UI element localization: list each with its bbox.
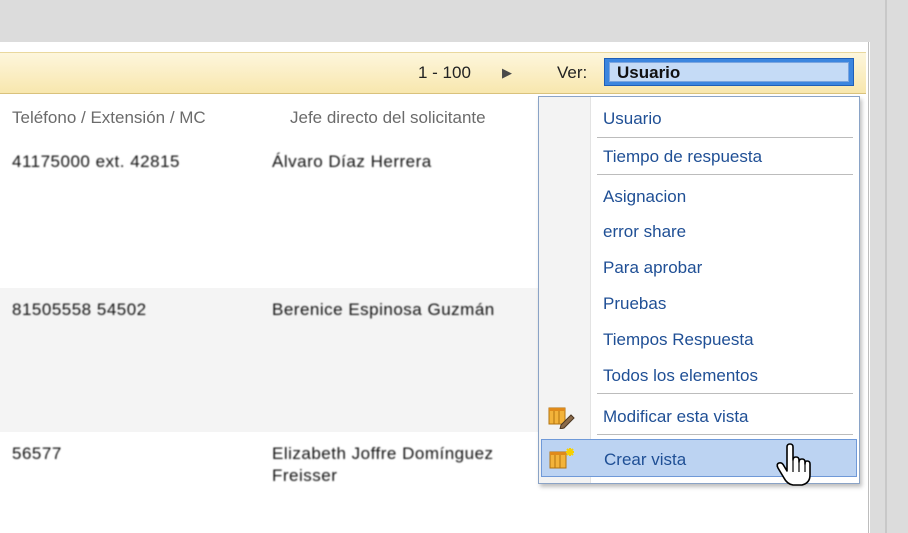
menu-item-label: Tiempos Respuesta [603, 330, 754, 349]
window-divider [885, 0, 887, 533]
create-view-icon [548, 447, 576, 471]
window-top-area [0, 0, 908, 42]
menu-item-label: Modificar esta vista [603, 407, 749, 426]
menu-item-pruebas[interactable]: Pruebas [539, 286, 859, 320]
phone-cell: 41175000 ext. 42815 [12, 152, 180, 171]
menu-item-label: Usuario [603, 109, 662, 128]
table-row: 41175000 ext. 42815 Álvaro Díaz Herrera [0, 140, 540, 288]
menu-item-label: Tiempo de respuesta [603, 147, 763, 166]
hand-cursor-icon [775, 443, 811, 487]
view-label: Ver: [557, 63, 588, 82]
manager-cell: Berenice Espinosa Guzmán [272, 300, 495, 319]
menu-item-usuario[interactable]: Usuario [539, 101, 859, 135]
menu-item-label: Todos los elementos [603, 366, 758, 385]
next-page-icon[interactable]: ▶ [502, 63, 512, 83]
menu-item-label: Asignacion [603, 187, 687, 206]
menu-item-error-share[interactable]: error share [539, 214, 859, 248]
menu-item-tiempos-respuesta[interactable]: Tiempos Respuesta [539, 322, 859, 356]
manager-cell-line1: Elizabeth Joffre Domínguez [272, 444, 494, 463]
menu-item-para-aprobar[interactable]: Para aprobar [539, 250, 859, 284]
menu-item-modificar-esta-vista[interactable]: Modificar esta vista [539, 399, 859, 433]
menu-item-label: Crear vista [604, 450, 687, 469]
menu-separator [597, 393, 853, 394]
menu-separator [597, 174, 853, 175]
menu-separator [597, 434, 853, 435]
menu-separator [597, 137, 853, 138]
column-header-telefono[interactable]: Teléfono / Extensión / MC [12, 108, 206, 128]
window-right-area [870, 0, 908, 533]
phone-cell: 81505558 54502 [12, 300, 147, 319]
phone-cell: 56577 [12, 444, 62, 463]
paging-range: 1 - 100 [418, 63, 471, 82]
list-toolbar: 1 - 100 ▶ Ver: Usuario [0, 52, 866, 94]
menu-item-label: Pruebas [603, 294, 667, 313]
edit-view-icon [547, 405, 575, 430]
view-selector[interactable]: Usuario [604, 58, 854, 86]
manager-cell-line2: Freisser [272, 466, 338, 485]
table-row: 56577 Elizabeth Joffre Domínguez Freisse… [0, 432, 540, 512]
menu-item-label: error share [603, 222, 687, 241]
menu-item-todos-los-elementos[interactable]: Todos los elementos [539, 358, 859, 392]
menu-item-label: Para aprobar [603, 258, 703, 277]
menu-item-tiempo-de-respuesta[interactable]: Tiempo de respuesta [539, 139, 859, 173]
view-selector-value[interactable]: Usuario [609, 62, 849, 82]
view-dropdown-menu: Usuario Tiempo de respuesta Asignacion e… [538, 96, 860, 484]
column-header-jefe-directo[interactable]: Jefe directo del solicitante [290, 108, 486, 128]
table-row: 81505558 54502 Berenice Espinosa Guzmán [0, 288, 540, 432]
menu-item-asignacion[interactable]: Asignacion [539, 179, 859, 213]
manager-cell: Álvaro Díaz Herrera [272, 152, 432, 171]
